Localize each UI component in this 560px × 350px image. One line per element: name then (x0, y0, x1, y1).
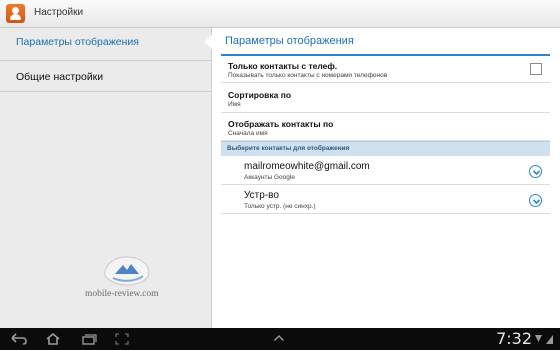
account-device[interactable]: Устр-во Только устр. (не синхр.) (221, 185, 550, 214)
sidebar: Параметры отображения Общие настройки mo… (0, 28, 213, 328)
chevron-down-icon (532, 170, 541, 176)
account-name: Устр-во (244, 190, 279, 201)
setting-title: Сортировка по (228, 90, 292, 100)
clock: 7:32 (496, 329, 532, 348)
setting-sort-by[interactable]: Сортировка по Имя (221, 83, 550, 113)
sidebar-item-label: Параметры отображения (16, 36, 139, 48)
setting-summary: Показывать только контакты с номерами те… (228, 72, 388, 79)
action-bar: Настройки (0, 0, 560, 28)
recent-apps-icon[interactable] (80, 332, 98, 346)
up-chevron-icon[interactable] (273, 334, 285, 342)
section-header: Выберите контакты для отображения (221, 141, 550, 156)
account-name: mailromeowhite@gmail.com (244, 161, 370, 172)
setting-summary: Имя (228, 101, 241, 108)
home-icon[interactable] (44, 332, 62, 346)
contacts-person-icon[interactable] (6, 4, 25, 23)
detail-pane: Параметры отображения Только контакты с … (213, 28, 560, 328)
chevron-down-icon (532, 199, 541, 205)
watermark-logo-icon (104, 256, 150, 286)
selection-notch (204, 34, 213, 50)
expand-google-button[interactable] (529, 165, 542, 178)
setting-summary: Сначала имя (228, 130, 268, 137)
phone-only-checkbox[interactable] (530, 63, 542, 75)
watermark-text: mobile-review.com (85, 289, 159, 299)
setting-phone-only[interactable]: Только контакты с телеф. Показывать толь… (221, 56, 550, 83)
account-type: Аккаунты Google (244, 174, 295, 181)
account-google[interactable]: mailromeowhite@gmail.com Аккаунты Google (221, 156, 550, 185)
setting-title: Только контакты с телеф. (228, 61, 338, 71)
system-bar: 7:32 (0, 328, 560, 350)
signal-icon (535, 335, 553, 344)
account-type: Только устр. (не синхр.) (244, 203, 316, 210)
sidebar-item-display-options[interactable]: Параметры отображения (0, 28, 212, 61)
setting-title: Отображать контакты по (228, 119, 334, 129)
expand-device-button[interactable] (529, 194, 542, 207)
app-title: Настройки (34, 7, 84, 18)
setting-display-by[interactable]: Отображать контакты по Сначала имя (221, 113, 550, 141)
page-title: Параметры отображения (225, 35, 354, 47)
sidebar-item-label: Общие настройки (16, 71, 104, 83)
sidebar-item-general-settings[interactable]: Общие настройки (0, 60, 212, 92)
section-label: Выберите контакты для отображения (227, 145, 350, 152)
screenshot-icon[interactable] (114, 332, 130, 346)
back-icon[interactable] (10, 332, 28, 346)
